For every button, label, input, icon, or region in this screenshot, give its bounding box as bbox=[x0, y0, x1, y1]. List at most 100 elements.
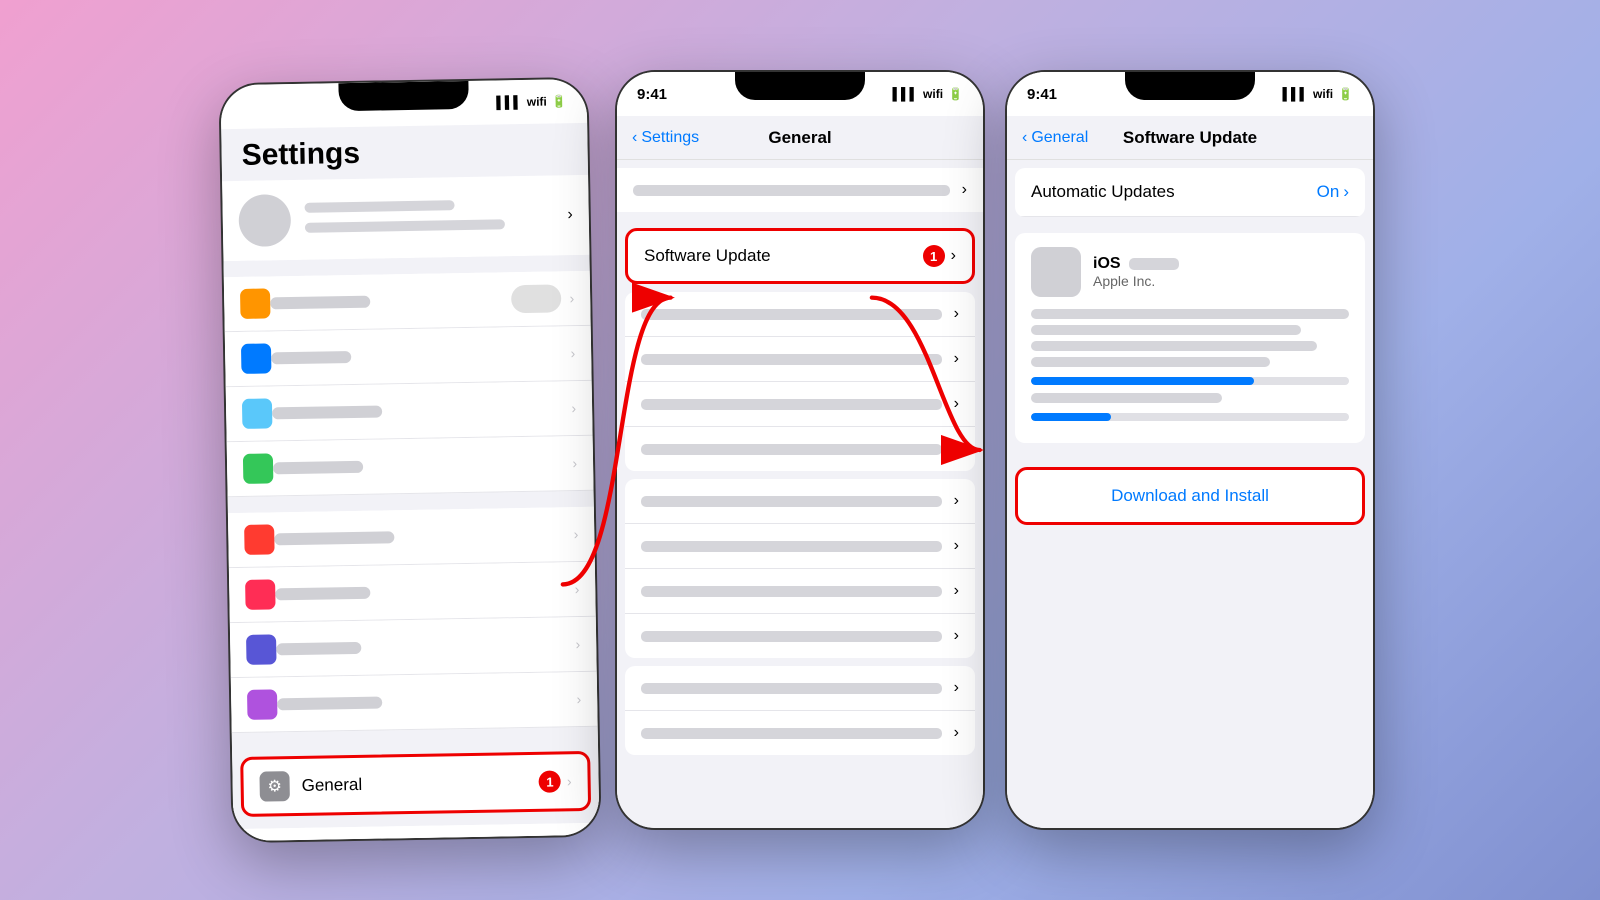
notch3 bbox=[1125, 72, 1255, 100]
su-badge: 1 bbox=[923, 245, 945, 267]
settings-item-purple2[interactable]: › bbox=[231, 672, 598, 733]
settings-item-purple1[interactable]: › bbox=[230, 617, 597, 678]
list-row1[interactable]: › bbox=[625, 292, 975, 337]
list-row8[interactable]: › bbox=[625, 614, 975, 658]
row-bar4 bbox=[641, 444, 942, 455]
ios-label: iOS bbox=[1093, 255, 1121, 272]
signal-icon3: ▌▌▌ bbox=[1283, 87, 1309, 101]
back-btn-3[interactable]: ‹ General bbox=[1022, 129, 1088, 147]
status-icons-2: ▌▌▌ wifi 🔋 bbox=[893, 87, 963, 101]
settings-item-blue2[interactable]: › bbox=[226, 381, 593, 442]
settings-item-red1[interactable]: › bbox=[228, 507, 595, 568]
row-chevron4: › bbox=[954, 440, 959, 458]
phone2-general: 9:41 ▌▌▌ wifi 🔋 ‹ Settings General › bbox=[615, 70, 985, 830]
list-row6[interactable]: › bbox=[625, 524, 975, 569]
item-label8 bbox=[277, 697, 382, 711]
item-label4 bbox=[273, 461, 363, 475]
extra-icon1 bbox=[250, 840, 281, 841]
profile-lines bbox=[304, 198, 567, 237]
chevron2: › bbox=[570, 345, 575, 361]
row-bar2 bbox=[641, 354, 942, 365]
chevron3: › bbox=[571, 400, 576, 416]
desc-lines2 bbox=[1031, 393, 1349, 403]
item-text4 bbox=[273, 457, 572, 474]
desc-line5 bbox=[1031, 393, 1222, 403]
row-chevron8: › bbox=[954, 627, 959, 645]
general-label: General bbox=[301, 775, 362, 795]
toggle[interactable] bbox=[511, 284, 561, 313]
settings-item-blue1[interactable]: › bbox=[225, 326, 592, 387]
list-row7[interactable]: › bbox=[625, 569, 975, 614]
progress-bar1-container bbox=[1031, 377, 1349, 385]
list-row3[interactable]: › bbox=[625, 382, 975, 427]
back-label-2: Settings bbox=[641, 129, 699, 147]
back-chevron-2: ‹ bbox=[632, 129, 637, 147]
download-install-btn[interactable]: Download and Install bbox=[1015, 467, 1365, 525]
desc-line2 bbox=[1031, 325, 1301, 335]
wifi-icon: wifi bbox=[923, 87, 943, 101]
list-row4[interactable]: › bbox=[625, 427, 975, 471]
signal-icon: ▌▌▌ bbox=[893, 87, 919, 101]
auto-updates-row[interactable]: Automatic Updates On › bbox=[1015, 168, 1365, 217]
orange-icon bbox=[240, 288, 271, 319]
item-label3 bbox=[272, 405, 382, 419]
general-item[interactable]: ⚙ General 1 › bbox=[240, 751, 591, 817]
back-btn-2[interactable]: ‹ Settings bbox=[632, 129, 699, 147]
back-label-3: General bbox=[1031, 129, 1088, 147]
general-top-row[interactable]: › bbox=[617, 168, 983, 212]
battery-icon: 🔋 bbox=[948, 87, 963, 101]
progress-bar2-container bbox=[1031, 413, 1349, 421]
item-text8 bbox=[277, 693, 576, 710]
row-bar8 bbox=[641, 631, 942, 642]
software-update-row[interactable]: Software Update 1 › bbox=[625, 228, 975, 284]
software-update-label: Software Update bbox=[644, 246, 923, 266]
nav-title-2: General bbox=[768, 128, 831, 148]
ios-info: iOS Apple Inc. bbox=[1093, 255, 1179, 289]
list-row5[interactable]: › bbox=[625, 479, 975, 524]
row-bar10 bbox=[641, 728, 942, 739]
settings-item-orange[interactable]: › bbox=[224, 271, 591, 332]
chevron8: › bbox=[576, 691, 581, 707]
red2-icon bbox=[245, 579, 276, 610]
chevron7: › bbox=[575, 636, 580, 652]
top-row-chevron: › bbox=[962, 181, 967, 199]
battery-icon3: 🔋 bbox=[1338, 87, 1353, 101]
settings-item-green[interactable]: › bbox=[227, 436, 594, 497]
green-icon bbox=[243, 453, 274, 484]
avatar bbox=[238, 194, 291, 247]
row-bar5 bbox=[641, 496, 942, 507]
ios-update-section: iOS Apple Inc. bbox=[1015, 233, 1365, 443]
settings-item-red2[interactable]: › bbox=[229, 562, 596, 623]
profile-row: › bbox=[222, 175, 589, 261]
auto-updates-label: Automatic Updates bbox=[1031, 182, 1175, 202]
general-chevron: › bbox=[567, 773, 572, 789]
purple1-icon bbox=[246, 634, 277, 665]
list-row10[interactable]: › bbox=[625, 711, 975, 755]
phone3-content: Automatic Updates On › iOS bbox=[1007, 160, 1373, 830]
row-chevron3: › bbox=[954, 395, 959, 413]
row-chevron10: › bbox=[954, 724, 959, 742]
chevron4: › bbox=[572, 455, 577, 471]
profile-line2 bbox=[305, 219, 505, 232]
row-chevron6: › bbox=[954, 537, 959, 555]
time2: 9:41 bbox=[637, 86, 667, 103]
profile-chevron: › bbox=[567, 206, 573, 224]
item-text2 bbox=[271, 347, 570, 364]
list-row2[interactable]: › bbox=[625, 337, 975, 382]
item-text7 bbox=[276, 638, 575, 655]
nav-bar-3: ‹ General Software Update bbox=[1007, 116, 1373, 160]
chevron6: › bbox=[574, 581, 579, 597]
download-install-label: Download and Install bbox=[1111, 486, 1269, 505]
list-row9[interactable]: › bbox=[625, 666, 975, 711]
auto-updates-on: On bbox=[1317, 182, 1340, 202]
ios-version-bar bbox=[1129, 258, 1179, 270]
item-text5 bbox=[274, 528, 573, 545]
auto-updates-value: On › bbox=[1317, 182, 1349, 202]
settings-title: Settings bbox=[221, 123, 588, 181]
desc-line4 bbox=[1031, 357, 1270, 367]
extra-item1[interactable]: › bbox=[233, 823, 599, 841]
row-chevron5: › bbox=[954, 492, 959, 510]
notch1 bbox=[338, 81, 468, 111]
notch2 bbox=[735, 72, 865, 100]
row-bar6 bbox=[641, 541, 942, 552]
